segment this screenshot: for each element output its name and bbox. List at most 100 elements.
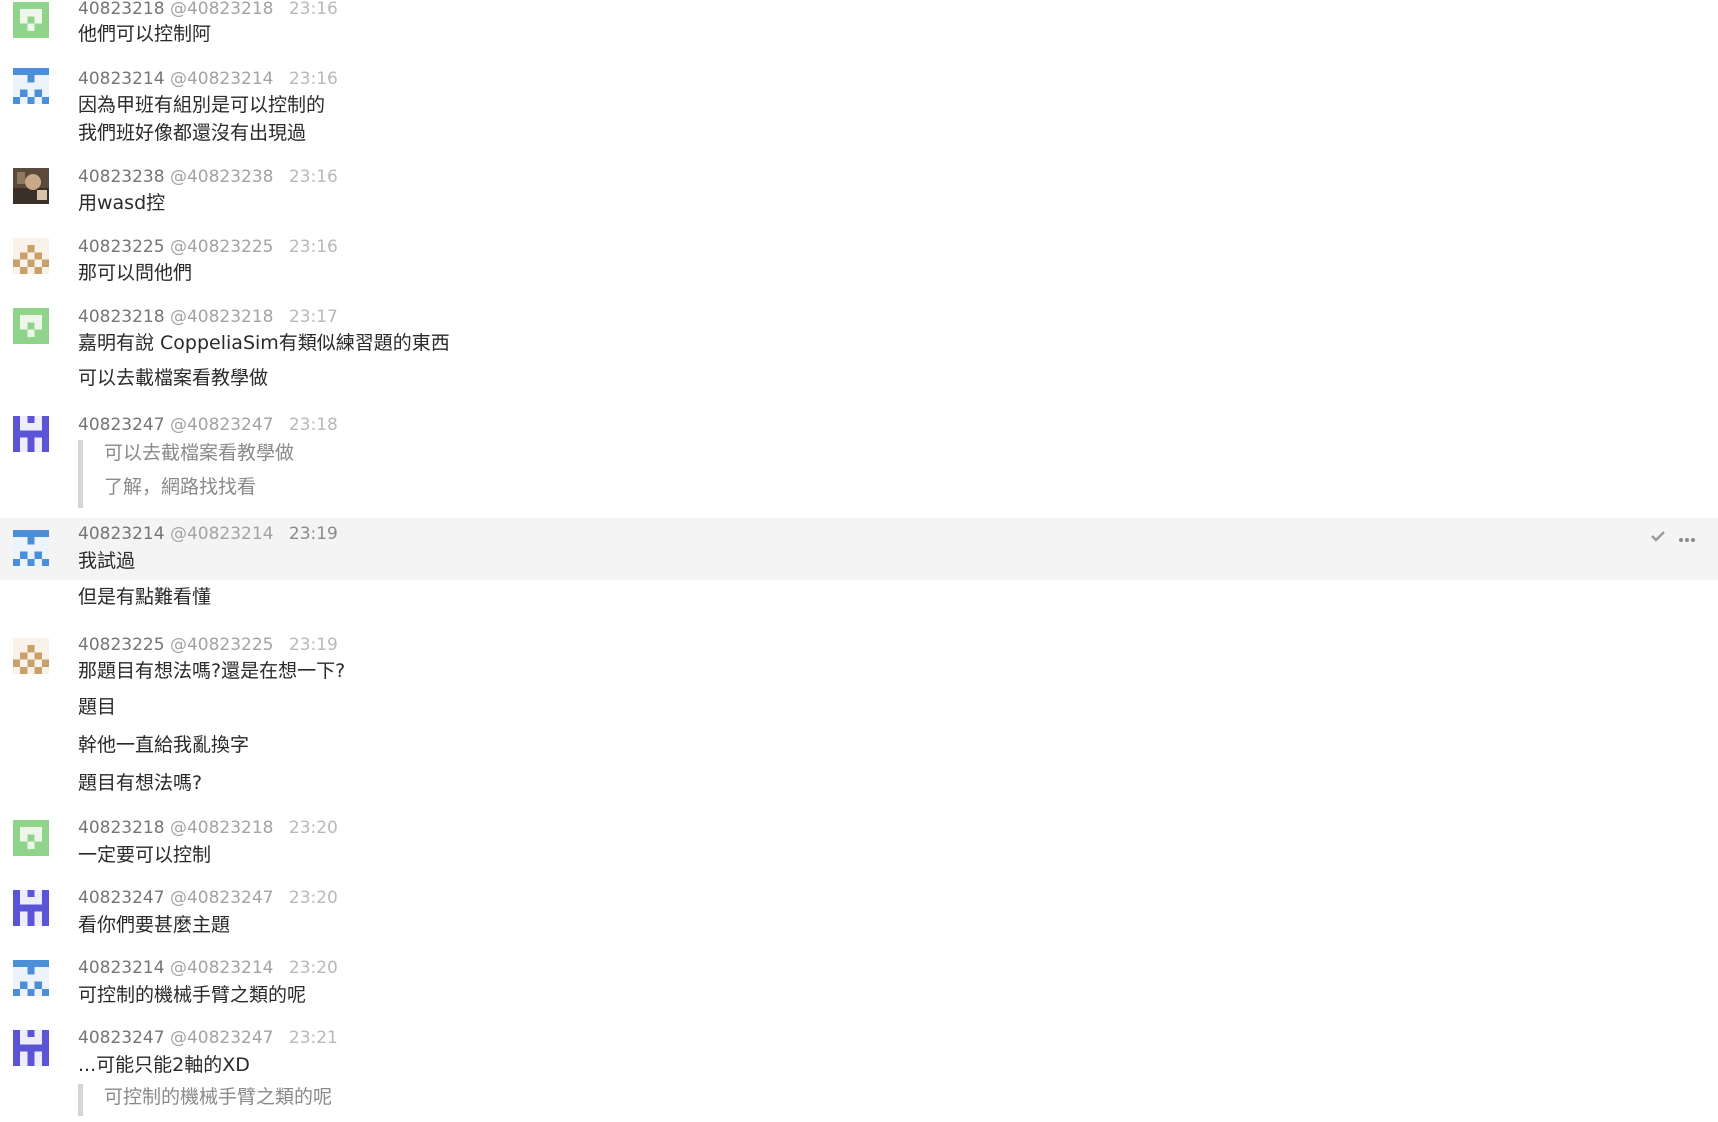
- identicon-brown: [13, 238, 49, 274]
- user-handle: @40823214: [169, 524, 274, 544]
- user-handle: @40823218: [169, 307, 274, 327]
- user-avatar[interactable]: [13, 238, 49, 274]
- username[interactable]: 40823247: [78, 1028, 165, 1048]
- message-text: 那可以問他們: [78, 262, 193, 284]
- user-handle: @40823225: [169, 237, 274, 257]
- identicon-green: [13, 2, 49, 38]
- user-avatar[interactable]: [13, 890, 49, 926]
- message-text: 用wasd控: [78, 192, 166, 214]
- timestamp: 23:20: [288, 818, 338, 838]
- timestamp: 23:20: [288, 958, 338, 978]
- message-text: 可控制的機械手臂之類的呢: [78, 984, 307, 1006]
- user-avatar[interactable]: [13, 638, 49, 674]
- username[interactable]: 40823214: [78, 524, 165, 544]
- timestamp: 23:18: [288, 415, 338, 435]
- timestamp: 23:21: [288, 1028, 338, 1048]
- message-header: 40823247 @40823247 23:18: [78, 413, 338, 437]
- more-horizontal-icon[interactable]: [1678, 528, 1696, 547]
- message: 40823225 @40823225 23:16 那可以問他們: [0, 226, 1718, 296]
- user-avatar[interactable]: [13, 308, 49, 344]
- user-avatar[interactable]: [13, 168, 49, 204]
- user-avatar[interactable]: [13, 960, 49, 996]
- identicon-purple: [13, 1030, 49, 1066]
- identicon-brown: [13, 638, 49, 674]
- message-text: 因為甲班有組別是可以控制的: [78, 94, 326, 116]
- username[interactable]: 40823218: [78, 818, 165, 838]
- timestamp: 23:16: [288, 167, 338, 187]
- message-header: 40823238 @40823238 23:16: [78, 165, 338, 189]
- message: 40823218 @40823218 23:20 一定要可以控制: [0, 806, 1718, 876]
- message: 40823238 @40823238 23:16 用wasd控: [0, 156, 1718, 226]
- timestamp: 23:16: [288, 69, 338, 89]
- user-avatar[interactable]: [13, 416, 49, 452]
- message-continuation: 但是有點難看懂: [0, 580, 1718, 622]
- message-header: 40823247 @40823247 23:21: [78, 1026, 338, 1050]
- message-text: 嘉明有說 CoppeliaSim有類似練習題的東西: [78, 332, 450, 354]
- identicon-purple: [13, 416, 49, 452]
- timestamp: 23:19: [288, 524, 338, 544]
- message: 40823225 @40823225 23:19 那題目有想法嗎?還是在想一下?…: [0, 622, 1718, 806]
- timestamp: 23:20: [288, 888, 338, 908]
- quote-text: 可以去截檔案看教學做: [104, 442, 295, 464]
- message: 40823218 @40823218 23:17 嘉明有說 CoppeliaSi…: [0, 296, 1718, 404]
- username[interactable]: 40823225: [78, 635, 165, 655]
- timestamp: 23:16: [288, 0, 338, 19]
- user-avatar[interactable]: [13, 68, 49, 104]
- quoted-message[interactable]: 可控制的機械手臂之類的呢: [78, 1084, 332, 1116]
- user-avatar[interactable]: [13, 1030, 49, 1066]
- quote-text: 了解，網路找找看: [104, 476, 257, 498]
- username[interactable]: 40823214: [78, 958, 165, 978]
- message-header: 40823214 @40823214 23:19: [78, 522, 338, 546]
- user-handle: @40823247: [169, 415, 274, 435]
- user-avatar[interactable]: [13, 820, 49, 856]
- username[interactable]: 40823218: [78, 307, 165, 327]
- quoted-message[interactable]: 可以去截檔案看教學做 了解，網路找找看: [78, 440, 294, 508]
- user-handle: @40823214: [169, 958, 274, 978]
- message: 40823247 @40823247 23:21 ...可能只能2軸的XD 可控…: [0, 1016, 1718, 1122]
- message-text: 題目: [78, 696, 117, 718]
- timestamp: 23:17: [288, 307, 338, 327]
- photo-avatar: [13, 168, 49, 204]
- identicon-blue: [13, 960, 49, 996]
- message-header: 40823214 @40823214 23:16: [78, 67, 338, 91]
- message-text: 但是有點難看懂: [78, 586, 212, 608]
- user-handle: @40823225: [169, 635, 274, 655]
- timestamp: 23:19: [288, 635, 338, 655]
- message: 40823214 @40823214 23:19 我試過: [0, 518, 1718, 580]
- user-avatar[interactable]: [13, 2, 49, 38]
- user-handle: @40823238: [169, 167, 274, 187]
- message-header: 40823214 @40823214 23:20: [78, 956, 338, 980]
- user-handle: @40823247: [169, 888, 274, 908]
- message-text: 我們班好像都還沒有出現過: [78, 122, 307, 144]
- message-text: 題目有想法嗎?: [78, 772, 203, 794]
- message: 40823247 @40823247 23:20 看你們要甚麼主題: [0, 876, 1718, 946]
- username[interactable]: 40823238: [78, 167, 165, 187]
- identicon-purple: [13, 890, 49, 926]
- message-text: ...可能只能2軸的XD: [78, 1054, 250, 1076]
- check-icon[interactable]: [1650, 528, 1666, 547]
- message-text: 我試過: [78, 550, 136, 572]
- username[interactable]: 40823247: [78, 888, 165, 908]
- message-text: 看你們要甚麼主題: [78, 914, 231, 936]
- message-text: 可以去載檔案看教學做: [78, 367, 269, 389]
- username[interactable]: 40823225: [78, 237, 165, 257]
- user-handle: @40823214: [169, 69, 274, 89]
- message-text: 一定要可以控制: [78, 844, 212, 866]
- message-text: 他們可以控制阿: [78, 23, 212, 45]
- message: 40823214 @40823214 23:20 可控制的機械手臂之類的呢: [0, 946, 1718, 1016]
- message-header: 40823225 @40823225 23:19: [78, 633, 338, 657]
- user-avatar[interactable]: [13, 530, 49, 566]
- message: 40823218 @40823218 23:16 他們可以控制阿: [0, 0, 1718, 60]
- user-handle: @40823247: [169, 1028, 274, 1048]
- identicon-green: [13, 820, 49, 856]
- message-header: 40823218 @40823218 23:16: [78, 0, 338, 21]
- username[interactable]: 40823218: [78, 0, 165, 19]
- username[interactable]: 40823214: [78, 69, 165, 89]
- message: 40823214 @40823214 23:16 因為甲班有組別是可以控制的 我…: [0, 60, 1718, 156]
- identicon-green: [13, 308, 49, 344]
- username[interactable]: 40823247: [78, 415, 165, 435]
- message-header: 40823218 @40823218 23:20: [78, 816, 338, 840]
- timestamp: 23:16: [288, 237, 338, 257]
- message-header: 40823225 @40823225 23:16: [78, 235, 338, 259]
- quote-text: 可控制的機械手臂之類的呢: [104, 1086, 333, 1108]
